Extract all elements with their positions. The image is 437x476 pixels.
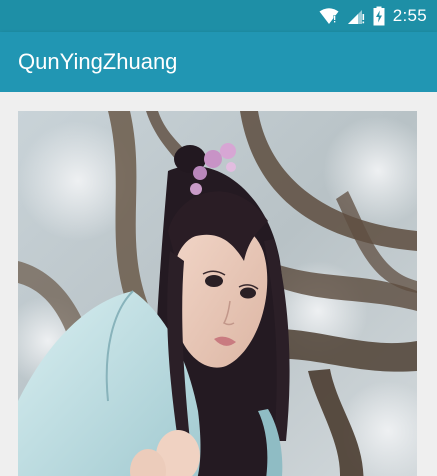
status-icons: 2:55 [319, 4, 427, 28]
status-time: 2:55 [392, 6, 427, 25]
status-bar: 2:55 [0, 0, 437, 32]
wifi-icon [319, 7, 339, 25]
portrait-photo[interactable] [18, 111, 417, 476]
content-area [0, 92, 437, 476]
app-title: QunYingZhuang [18, 49, 178, 74]
app-bar: QunYingZhuang [0, 32, 437, 92]
cellular-signal-icon [347, 7, 365, 25]
battery-charging-icon [373, 6, 385, 26]
